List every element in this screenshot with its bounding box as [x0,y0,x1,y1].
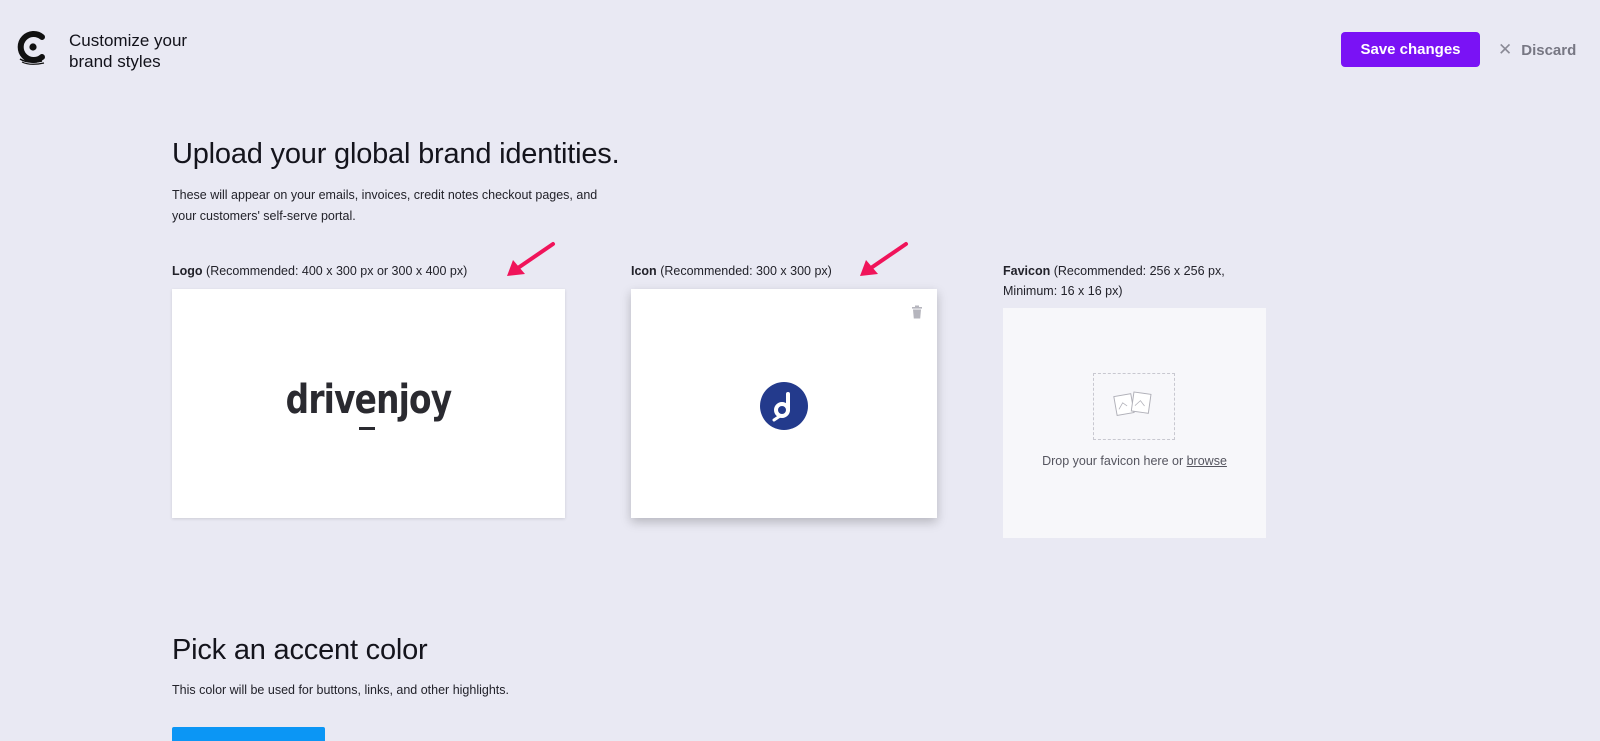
accent-heading: Pick an accent color [172,634,428,666]
accent-description: This color will be used for buttons, lin… [172,683,509,697]
favicon-label-title: Favicon [1003,264,1051,278]
favicon-label: Favicon (Recommended: 256 x 256 px, Mini… [1003,261,1225,301]
icon-label: Icon (Recommended: 300 x 300 px) [631,261,832,281]
logo-label: Logo (Recommended: 400 x 300 px or 300 x… [172,261,467,281]
page-title: Customize your brand styles [69,31,188,71]
logo-underscore [359,427,375,430]
drop-instructions: Drop your favicon here or [1042,454,1184,468]
identities-heading: Upload your global brand identities. [172,138,620,170]
description-line: your customers' self-serve portal. [172,209,356,223]
trash-icon[interactable] [911,305,923,319]
image-placeholder-icon [1093,373,1175,440]
favicon-label-hint: (Recommended: 256 x 256 px, [1053,264,1225,278]
annotation-arrow-icon [507,242,555,276]
favicon-label-hint: Minimum: 16 x 16 px) [1003,284,1123,298]
favicon-dropzone[interactable]: Drop your favicon here or browse [1003,308,1266,538]
discard-button[interactable]: ✕ Discard [1498,38,1576,62]
brand-logo-icon [17,31,45,65]
accent-color-swatch[interactable] [172,727,325,741]
icon-label-title: Icon [631,264,657,278]
logo-upload-card[interactable]: drivenjoy [172,289,565,518]
icon-upload-card[interactable] [631,289,937,518]
browse-link[interactable]: browse [1187,454,1227,468]
identities-description: These will appear on your emails, invoic… [172,185,597,227]
description-line: These will appear on your emails, invoic… [172,188,598,202]
logo-label-hint: (Recommended: 400 x 300 px or 300 x 400 … [206,264,468,278]
icon-label-hint: (Recommended: 300 x 300 px) [660,264,832,278]
logo-label-title: Logo [172,264,203,278]
favicon-drop-text: Drop your favicon here or browse [1003,454,1266,468]
close-icon: ✕ [1498,40,1513,59]
top-bar: Customize your brand styles Save changes… [0,0,1600,100]
discard-label: Discard [1521,41,1577,59]
save-changes-button[interactable]: Save changes [1341,32,1480,67]
annotation-arrow-icon [860,242,908,276]
brand-icon-image [760,382,808,430]
logo-image: drivenjoy [285,377,452,423]
